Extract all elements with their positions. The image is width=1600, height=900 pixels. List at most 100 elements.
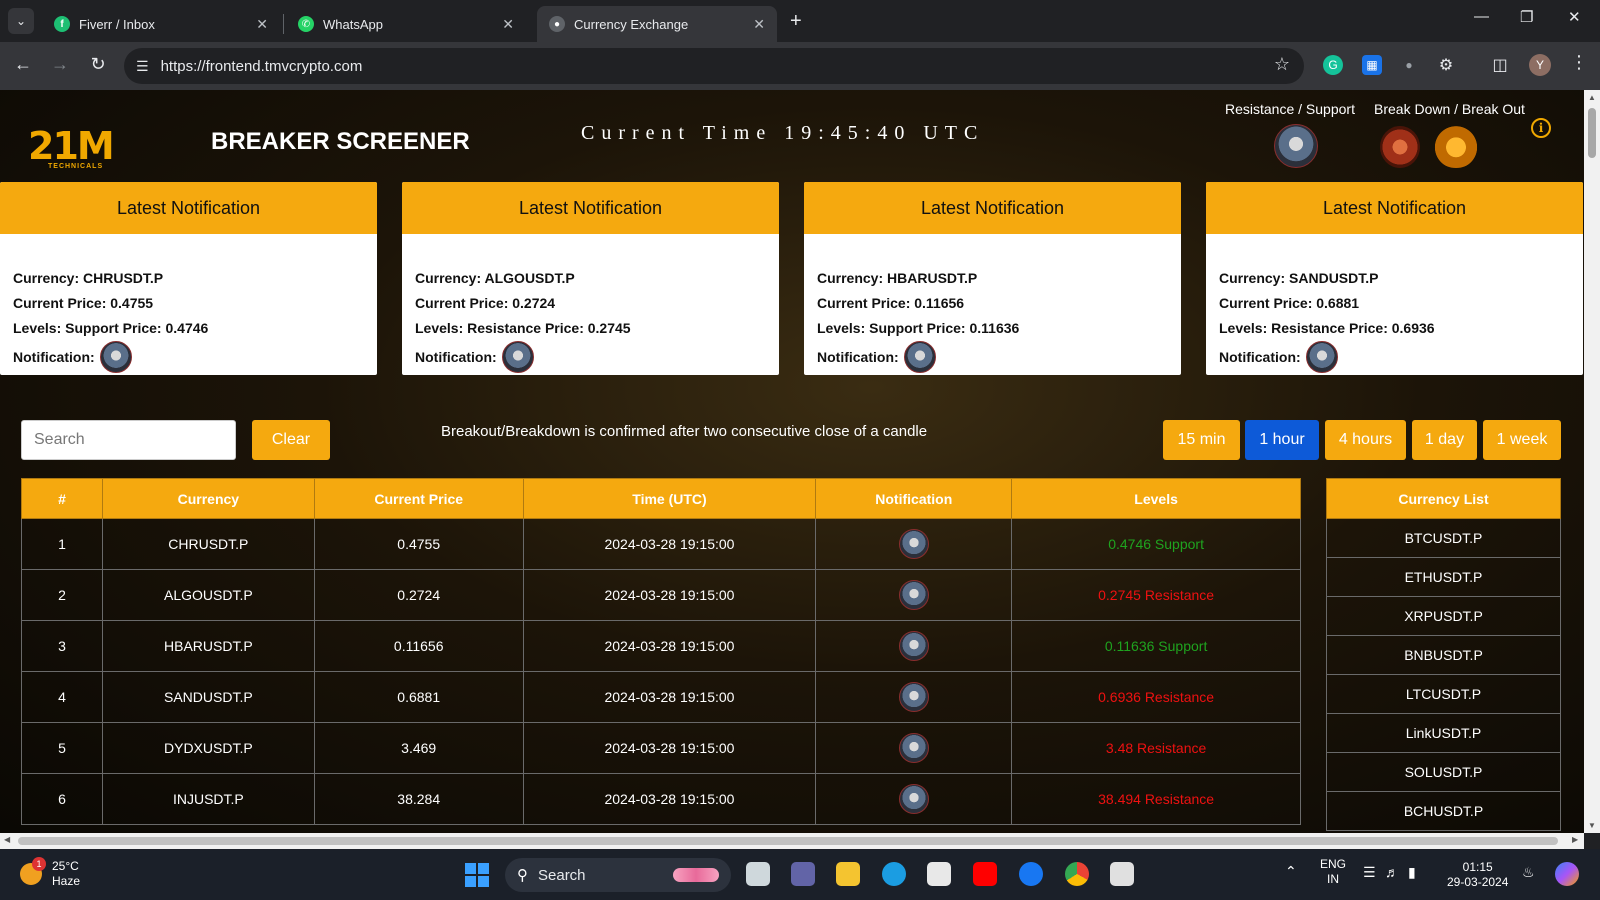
copilot-icon[interactable] xyxy=(1555,862,1579,886)
timeframe-1day-button[interactable]: 1 day xyxy=(1412,420,1477,460)
language-indicator[interactable]: ENG IN xyxy=(1320,857,1346,887)
task-view-icon[interactable] xyxy=(746,862,770,886)
timeframe-4hours-button[interactable]: 4 hours xyxy=(1325,420,1406,460)
site-info-icon[interactable]: ☰ xyxy=(136,58,149,75)
column-header-levels[interactable]: Levels xyxy=(1011,478,1301,519)
system-clock[interactable]: 01:15 29-03-2024 xyxy=(1447,860,1508,890)
row-notification xyxy=(815,518,1013,570)
forward-icon[interactable]: → xyxy=(48,54,72,75)
new-tab-button[interactable]: + xyxy=(790,10,802,33)
browser-toolbar: ← → ↻ ☰ https://frontend.tmvcrypto.com ☆… xyxy=(0,42,1600,90)
currency-list-item[interactable]: BCHUSDT.P xyxy=(1326,791,1561,831)
timeframe-15min-button[interactable]: 15 min xyxy=(1163,420,1240,460)
currency-list-item[interactable]: ETHUSDT.P xyxy=(1326,557,1561,597)
timeframe-1hour-button[interactable]: 1 hour xyxy=(1245,420,1319,460)
volume-icon[interactable]: ♬ xyxy=(1385,864,1399,880)
weather-widget[interactable]: 1 25°C Haze xyxy=(20,857,80,889)
row-notification xyxy=(815,722,1013,774)
url-text[interactable]: https://frontend.tmvcrypto.com xyxy=(161,58,363,75)
bookmark-star-icon[interactable]: ☆ xyxy=(1274,54,1290,75)
profile-avatar[interactable]: Y xyxy=(1529,54,1551,76)
store-icon[interactable] xyxy=(927,862,951,886)
extension-icon[interactable]: ▦ xyxy=(1362,55,1382,75)
address-bar[interactable]: ☰ https://frontend.tmvcrypto.com ☆ xyxy=(124,48,1304,84)
taskbar-search[interactable]: ⚲ Search xyxy=(505,858,731,892)
more-menu-icon[interactable]: ⋮ xyxy=(1570,52,1588,73)
column-header-notification[interactable]: Notification xyxy=(815,478,1013,519)
timeframe-1week-button[interactable]: 1 week xyxy=(1483,420,1561,460)
scroll-down-icon[interactable]: ▼ xyxy=(1588,821,1596,830)
tab-whatsapp[interactable]: ✆ WhatsApp ✕ xyxy=(286,6,526,42)
extension-icon[interactable]: ● xyxy=(1399,55,1419,75)
scroll-right-icon[interactable]: ▶ xyxy=(1572,835,1578,844)
card-price: Current Price: 0.4755 xyxy=(13,295,154,311)
notification-bell-icon[interactable]: ♨ xyxy=(1522,864,1535,881)
scrollbar-thumb[interactable] xyxy=(1588,108,1596,158)
scroll-up-icon[interactable]: ▲ xyxy=(1588,93,1596,102)
scroll-left-icon[interactable]: ◀ xyxy=(4,835,10,844)
vertical-scrollbar[interactable]: ▲ ▼ xyxy=(1584,90,1600,833)
table-row[interactable]: 1 CHRUSDT.P 0.4755 2024-03-28 19:15:00 0… xyxy=(21,518,1301,570)
scrollbar-thumb[interactable] xyxy=(18,837,1558,845)
clear-button[interactable]: Clear xyxy=(252,420,330,460)
card-currency: Currency: HBARUSDT.P xyxy=(817,270,978,286)
table-row[interactable]: 2 ALGOUSDT.P 0.2724 2024-03-28 19:15:00 … xyxy=(21,569,1301,621)
tab-fiverr[interactable]: f Fiverr / Inbox ✕ xyxy=(42,6,280,42)
battery-icon[interactable]: ▮ xyxy=(1408,864,1416,881)
puzzle-icon[interactable]: ⚙ xyxy=(1436,55,1456,75)
file-explorer-icon[interactable] xyxy=(836,862,860,886)
wolf-icon xyxy=(898,529,929,559)
currency-list-item[interactable]: XRPUSDT.P xyxy=(1326,596,1561,636)
back-icon[interactable]: ← xyxy=(11,54,35,75)
tab-search-dropdown[interactable]: ⌄ xyxy=(8,8,34,34)
row-level: 0.6936 Resistance xyxy=(1011,671,1301,723)
snipping-tool-icon[interactable] xyxy=(1110,862,1134,886)
horizontal-scrollbar[interactable]: ◀ ▶ xyxy=(0,833,1584,849)
currency-list-item[interactable]: BTCUSDT.P xyxy=(1326,518,1561,558)
wifi-icon[interactable]: ☰ xyxy=(1363,864,1376,881)
currency-list-item[interactable]: LinkUSDT.P xyxy=(1326,713,1561,753)
facebook-icon[interactable] xyxy=(1019,862,1043,886)
row-time: 2024-03-28 19:15:00 xyxy=(522,569,817,621)
wolf-icon xyxy=(898,631,929,661)
currency-list-item[interactable]: SOLUSDT.P xyxy=(1326,752,1561,792)
table-row[interactable]: 3 HBARUSDT.P 0.11656 2024-03-28 19:15:00… xyxy=(21,620,1301,672)
column-header-time[interactable]: Time (UTC) xyxy=(522,478,817,519)
close-icon[interactable]: ✕ xyxy=(502,16,514,33)
windows-start-icon[interactable] xyxy=(465,863,489,887)
bull-icon xyxy=(1432,122,1480,168)
reload-icon[interactable]: ↻ xyxy=(86,54,110,75)
currency-list-item[interactable]: BNBUSDT.P xyxy=(1326,635,1561,675)
chrome-icon[interactable] xyxy=(1065,862,1089,886)
edge-icon[interactable] xyxy=(882,862,906,886)
wolf-icon xyxy=(898,580,929,610)
minimize-icon[interactable]: — xyxy=(1474,8,1489,25)
card-currency: Currency: SANDUSDT.P xyxy=(1219,270,1379,286)
table-row[interactable]: 4 SANDUSDT.P 0.6881 2024-03-28 19:15:00 … xyxy=(21,671,1301,723)
table-row[interactable]: 6 INJUSDT.P 38.284 2024-03-28 19:15:00 3… xyxy=(21,773,1301,825)
row-notification xyxy=(815,671,1013,723)
notification-badge: 1 xyxy=(32,857,46,871)
row-time: 2024-03-28 19:15:00 xyxy=(522,722,817,774)
search-input[interactable] xyxy=(21,420,236,460)
row-number: 3 xyxy=(21,620,103,672)
youtube-icon[interactable] xyxy=(973,862,997,886)
column-header-price[interactable]: Current Price xyxy=(313,478,524,519)
table-header-row: # Currency Current Price Time (UTC) Noti… xyxy=(21,478,1301,519)
show-hidden-icons[interactable]: ⌃ xyxy=(1285,863,1297,880)
window-close-icon[interactable]: ✕ xyxy=(1568,8,1581,26)
info-icon[interactable]: i xyxy=(1531,118,1551,138)
tab-currency-exchange[interactable]: ● Currency Exchange ✕ xyxy=(537,6,777,42)
column-header-currency[interactable]: Currency xyxy=(101,478,315,519)
table-row[interactable]: 5 DYDXUSDT.P 3.469 2024-03-28 19:15:00 3… xyxy=(21,722,1301,774)
column-header-number[interactable]: # xyxy=(21,478,103,519)
card-price: Current Price: 0.11656 xyxy=(817,295,965,311)
currency-list-item[interactable]: LTCUSDT.P xyxy=(1326,674,1561,714)
restore-icon[interactable]: ❐ xyxy=(1520,8,1533,26)
grammarly-icon[interactable]: G xyxy=(1323,55,1343,75)
close-icon[interactable]: ✕ xyxy=(753,16,765,33)
brand-logo[interactable]: 21M TECHNICALS xyxy=(28,122,124,172)
side-panel-icon[interactable]: ◫ xyxy=(1490,55,1510,75)
teams-icon[interactable] xyxy=(791,862,815,886)
close-icon[interactable]: ✕ xyxy=(256,16,268,33)
